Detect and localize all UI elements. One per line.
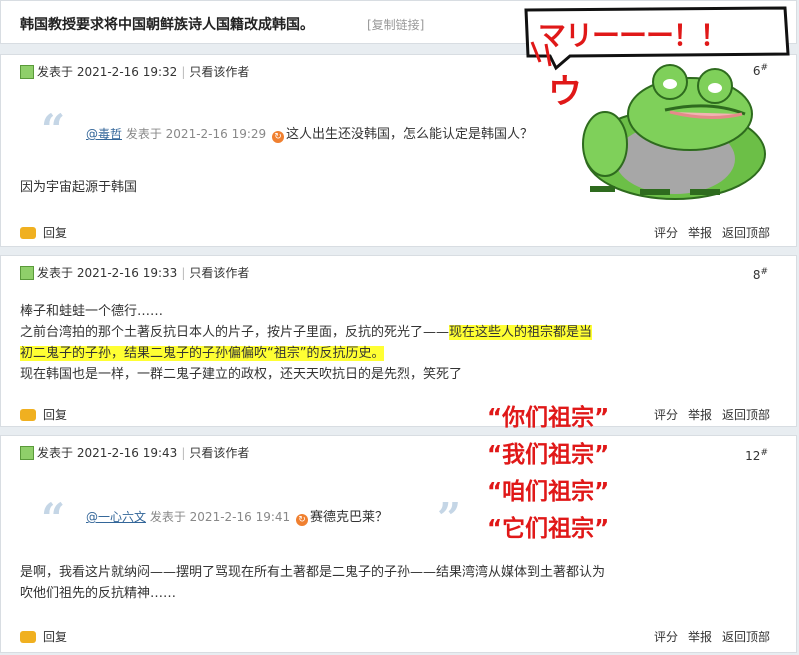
body-line: 初二鬼子的子孙，结果二鬼子的子孙偏偏吹“祖宗”的反抗历史。 bbox=[20, 343, 592, 364]
quote-open-icon: “ bbox=[41, 105, 66, 154]
post-meta: 发表于 2021-2-16 19:33 | 只看该作者 bbox=[20, 264, 249, 281]
back-to-top-link[interactable]: 返回顶部 bbox=[722, 408, 770, 422]
body-line: 吹他们祖先的反抗精神…… bbox=[20, 586, 177, 601]
user-icon bbox=[20, 266, 34, 280]
body-line: 棒子和蛙蛙一个德行…… bbox=[20, 304, 164, 319]
highlighted-text: 现在这些人的祖宗都是当 bbox=[449, 325, 593, 340]
copy-link[interactable]: [复制链接] bbox=[367, 16, 424, 33]
post-body: 因为宇宙起源于韩国 bbox=[20, 177, 137, 198]
post-body: 是啊，我看这片就纳闷——摆明了骂现在所有土著都是二鬼子的子孙——结果湾湾从媒体到… bbox=[20, 562, 605, 604]
post-meta: 发表于 2021-2-16 19:43 | 只看该作者 bbox=[20, 444, 249, 461]
thread-title: 韩国教授要求将中国朝鲜族诗人国籍改成韩国。 bbox=[20, 17, 314, 33]
post-meta: 发表于 2021-2-16 19:32 | 只看该作者 bbox=[20, 63, 249, 80]
quote-time: 发表于 2021-2-16 19:41 bbox=[149, 510, 291, 524]
reply-icon bbox=[20, 227, 36, 239]
quote-time: 发表于 2021-2-16 19:29 bbox=[125, 127, 267, 141]
post-body: 棒子和蛙蛙一个德行…… 之前台湾拍的那个土著反抗日本人的片子，按片子里面，反抗的… bbox=[20, 301, 593, 385]
quote-open-icon: “ bbox=[41, 494, 66, 543]
overlay-text: “它们祖宗” bbox=[487, 516, 610, 542]
sticker-speech: マリーーー！！ bbox=[538, 19, 728, 52]
floor-number: 8# bbox=[752, 267, 768, 282]
report-link[interactable]: 举报 bbox=[688, 226, 712, 240]
floor-number: 12# bbox=[745, 448, 768, 463]
post-actions: 评分 举报 返回顶部 bbox=[644, 224, 770, 241]
jump-arrow-icon[interactable]: ↻ bbox=[272, 131, 284, 143]
quote-block: @毒哲 发表于 2021-2-16 19:29 ↻ 这人出生还没韩国，怎么能认定是… bbox=[86, 123, 533, 143]
frog-sticker: マリーーー！！ ウ bbox=[520, 4, 795, 204]
back-to-top-link[interactable]: 返回顶部 bbox=[722, 630, 770, 644]
only-author-link[interactable]: 只看该作者 bbox=[189, 446, 249, 460]
quote-user-link[interactable]: @毒哲 bbox=[86, 127, 122, 141]
post-actions: 评分 举报 返回顶部 bbox=[644, 628, 770, 645]
post-actions: 评分 举报 返回顶部 bbox=[644, 406, 770, 423]
reply-button[interactable]: 回复 bbox=[20, 224, 67, 241]
reply-icon bbox=[20, 409, 36, 421]
sticker-sound: ウ bbox=[548, 72, 582, 112]
body-line: 之前台湾拍的那个土著反抗日本人的片子，按片子里面，反抗的死光了——现在这些人的祖… bbox=[20, 325, 593, 340]
reply-button[interactable]: 回复 bbox=[20, 628, 67, 645]
overlay-text: “咱们祖宗” bbox=[487, 479, 610, 505]
quote-text: 这人出生还没韩国，怎么能认定是韩国人？ bbox=[286, 127, 534, 142]
body-line: 是啊，我看这片就纳闷——摆明了骂现在所有土著都是二鬼子的子孙——结果湾湾从媒体到… bbox=[20, 565, 606, 580]
report-link[interactable]: 举报 bbox=[688, 408, 712, 422]
jump-arrow-icon[interactable]: ↻ bbox=[296, 514, 308, 526]
quote-block: @一心六文 发表于 2021-2-16 19:41 ↻ 赛德克巴莱？ bbox=[86, 506, 388, 526]
quote-user-link[interactable]: @一心六文 bbox=[86, 510, 146, 524]
overlay-text: “你们祖宗” bbox=[487, 405, 610, 431]
post-time: 发表于 2021-2-16 19:32 bbox=[37, 65, 178, 79]
highlighted-text: 初二鬼子的子孙，结果二鬼子的子孙偏偏吹“祖宗”的反抗历史。 bbox=[20, 346, 385, 361]
post-floor-12: 发表于 2021-2-16 19:43 | 只看该作者 12# “ ” @一心六文 … bbox=[0, 435, 797, 653]
overlay-text: “我们祖宗” bbox=[487, 442, 610, 468]
post-time: 发表于 2021-2-16 19:43 bbox=[37, 446, 178, 460]
body-line: 因为宇宙起源于韩国 bbox=[20, 180, 138, 195]
post-time: 发表于 2021-2-16 19:33 bbox=[37, 266, 178, 280]
post-floor-8: 发表于 2021-2-16 19:33 | 只看该作者 8# 棒子和蛙蛙一个德行……… bbox=[0, 255, 797, 427]
reply-icon bbox=[20, 631, 36, 643]
body-line: 现在韩国也是一样，一群二鬼子建立的政权，还天天吹抗日的是先烈，笑死了 bbox=[20, 367, 463, 382]
quote-close-icon: ” bbox=[437, 494, 462, 543]
user-icon bbox=[20, 446, 34, 460]
quote-text: 赛德克巴莱？ bbox=[310, 510, 389, 525]
back-to-top-link[interactable]: 返回顶部 bbox=[722, 226, 770, 240]
only-author-link[interactable]: 只看该作者 bbox=[189, 65, 249, 79]
user-icon bbox=[20, 65, 34, 79]
rate-link[interactable]: 评分 bbox=[654, 408, 678, 422]
reply-button[interactable]: 回复 bbox=[20, 406, 67, 423]
rate-link[interactable]: 评分 bbox=[654, 226, 678, 240]
report-link[interactable]: 举报 bbox=[688, 630, 712, 644]
only-author-link[interactable]: 只看该作者 bbox=[189, 266, 249, 280]
rate-link[interactable]: 评分 bbox=[654, 630, 678, 644]
